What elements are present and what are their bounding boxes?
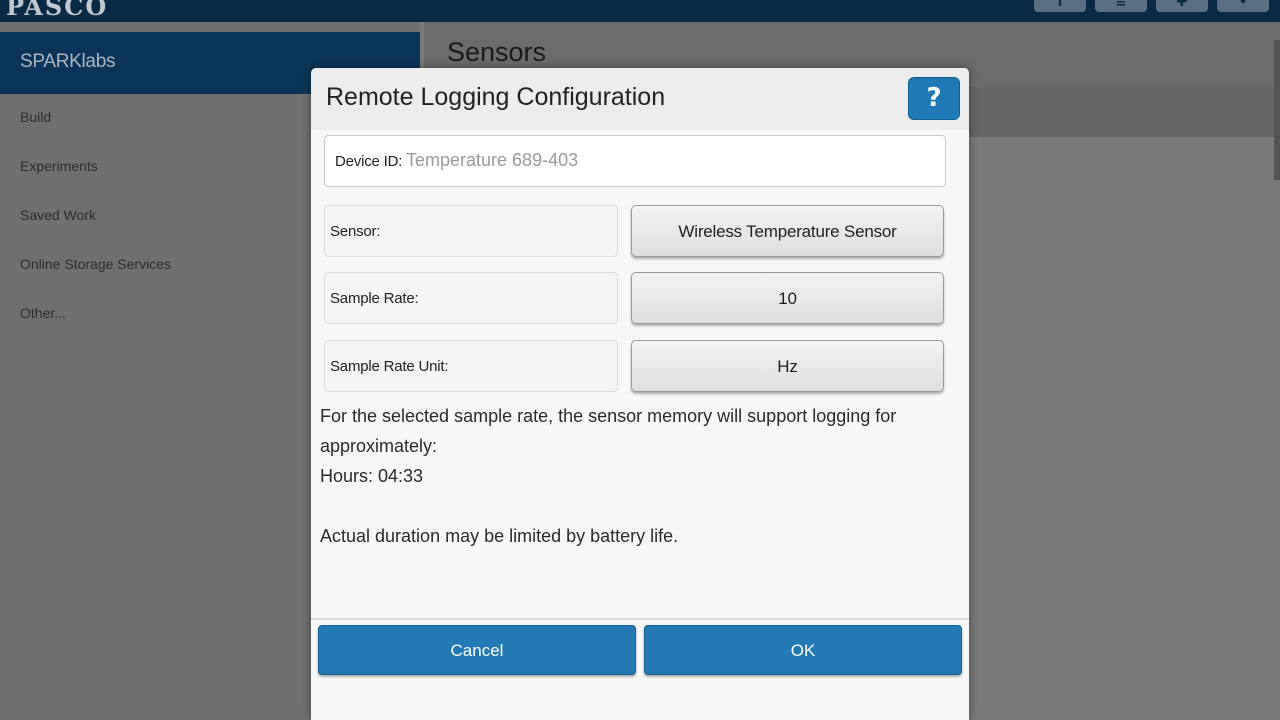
sample-rate-unit-label-box: Sample Rate Unit:	[324, 340, 618, 392]
device-id-value: Temperature 689-403	[406, 150, 579, 170]
ok-button[interactable]: OK	[644, 625, 962, 675]
user-button[interactable]: •	[1217, 0, 1269, 12]
device-id-label: Device ID:	[335, 153, 403, 170]
sidebar-title: SPARKlabs	[20, 51, 116, 72]
sidebar-item-experiments[interactable]: Experiments	[20, 158, 98, 174]
menu-button[interactable]: ≡	[1095, 0, 1147, 12]
sensor-select-button[interactable]: Wireless Temperature Sensor	[631, 205, 944, 257]
remote-logging-dialog: Remote Logging Configuration ? Device ID…	[311, 68, 969, 720]
dialog-footer-divider	[311, 618, 969, 620]
dialog-title: Remote Logging Configuration	[326, 83, 666, 111]
memory-info-line1: For the selected sample rate, the sensor…	[320, 406, 897, 426]
cancel-button[interactable]: Cancel	[318, 625, 636, 675]
sample-rate-unit-button[interactable]: Hz	[631, 340, 944, 392]
dialog-header: Remote Logging Configuration ?	[311, 68, 969, 130]
app-logo: PASCO	[6, 0, 109, 21]
info-button[interactable]: i	[1034, 0, 1086, 12]
settings-icon: ✚	[1176, 0, 1188, 10]
sample-rate-unit-value: Hz	[777, 357, 798, 376]
sidebar-item-build[interactable]: Build	[20, 109, 51, 125]
info-icon: i	[1057, 0, 1063, 10]
settings-button[interactable]: ✚	[1156, 0, 1208, 12]
sensor-label: Sensor:	[330, 223, 381, 240]
sensor-label-box: Sensor:	[324, 205, 618, 257]
menu-icon: ≡	[1115, 0, 1127, 10]
battery-note: Actual duration may be limited by batter…	[320, 526, 679, 546]
sensor-value: Wireless Temperature Sensor	[678, 222, 897, 241]
sample-rate-value: 10	[778, 289, 797, 308]
hours-readout: Hours: 04:33	[320, 466, 424, 486]
user-icon: •	[1238, 0, 1248, 10]
memory-info-line2: approximately:	[320, 436, 438, 456]
sample-rate-label: Sample Rate:	[330, 290, 419, 307]
help-button[interactable]: ?	[908, 77, 960, 120]
sample-rate-button[interactable]: 10	[631, 272, 944, 324]
cancel-label: Cancel	[450, 641, 504, 660]
sample-rate-label-box: Sample Rate:	[324, 272, 618, 324]
scrollbar[interactable]	[1274, 40, 1280, 180]
page-title: Sensors	[447, 37, 547, 67]
sidebar-item-saved-work[interactable]: Saved Work	[20, 207, 96, 223]
device-id-field[interactable]: Device ID: Temperature 689-403	[324, 135, 946, 187]
sidebar-item-online-storage[interactable]: Online Storage Services	[20, 256, 171, 272]
sample-rate-unit-label: Sample Rate Unit:	[330, 358, 449, 375]
sidebar-item-other[interactable]: Other...	[20, 305, 66, 321]
ok-label: OK	[790, 641, 816, 660]
top-bar: PASCO i ≡ ✚ •	[0, 0, 1280, 22]
